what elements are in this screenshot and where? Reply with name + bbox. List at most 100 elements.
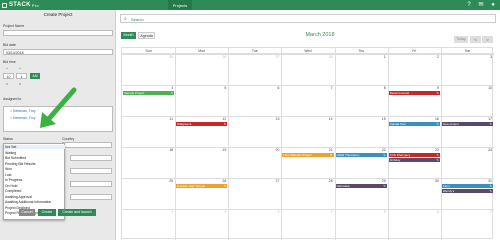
day-number[interactable]: 9	[429, 86, 439, 90]
day-number[interactable]: 13	[269, 117, 280, 121]
day-number[interactable]: 27	[269, 55, 280, 59]
calendar-event[interactable]: Nebraska ✎	[335, 184, 387, 188]
assignee-chip[interactable]: ×Newman, Troy	[10, 109, 36, 113]
minute-down-icon[interactable]: v	[19, 81, 21, 86]
user-icon[interactable]: ●	[490, 2, 496, 8]
status-option-lost[interactable]: Lost	[5, 173, 11, 177]
day-number[interactable]: 3	[482, 55, 492, 59]
next-month-button[interactable]: >	[482, 36, 493, 43]
day-number[interactable]: 27	[269, 179, 280, 183]
edit-pencil-icon[interactable]: ✎	[436, 153, 439, 157]
today-button[interactable]: Today	[454, 36, 468, 43]
calendar-event[interactable]: Wendy's ✎	[441, 189, 493, 193]
day-number[interactable]: 31	[482, 179, 492, 183]
day-number[interactable]: 2	[216, 210, 226, 214]
create-button[interactable]: Create	[38, 209, 56, 216]
calendar-event[interactable]: Kerry ✎	[441, 184, 493, 188]
day-number[interactable]: 26	[216, 55, 226, 59]
day-number[interactable]: 29	[376, 179, 386, 183]
month-view-button[interactable]: Month	[121, 32, 136, 39]
day-number[interactable]: 6	[429, 210, 439, 214]
hour-down-icon[interactable]: v	[6, 81, 8, 86]
extra-input[interactable]	[70, 194, 112, 200]
project-type-select[interactable]	[70, 181, 112, 187]
edit-pencil-icon[interactable]: ✎	[224, 184, 227, 188]
calendar-event[interactable]: Retail remodel ✎	[388, 91, 440, 95]
edit-pencil-icon[interactable]: ✎	[436, 91, 439, 95]
day-number[interactable]: 4	[163, 86, 173, 90]
day-number[interactable]: 16	[429, 117, 439, 121]
day-number[interactable]: 17	[482, 117, 492, 121]
day-number[interactable]: 26	[216, 179, 226, 183]
agenda-view-button[interactable]: Agenda	[138, 32, 155, 39]
edit-pencil-icon[interactable]: ✎	[489, 122, 492, 126]
calendar-event[interactable]: Walgreens ✎	[176, 122, 228, 126]
bid-date-input[interactable]: 03/14/2018	[3, 49, 113, 55]
edit-pencil-icon[interactable]: ✎	[489, 184, 492, 188]
day-number[interactable]: 4	[323, 210, 333, 214]
day-number[interactable]: 19	[216, 148, 226, 152]
day-number[interactable]: 21	[323, 148, 333, 152]
nav-tab-projects[interactable]: Projects	[168, 0, 192, 10]
calendar-event[interactable]: Upload Test ✎	[388, 122, 440, 126]
calendar-event[interactable]: birthday ✎	[388, 158, 440, 162]
day-number[interactable]: 15	[376, 117, 386, 121]
zip-input[interactable]	[70, 155, 112, 161]
day-number[interactable]: 7	[482, 210, 492, 214]
status-option-completed[interactable]: Completed	[5, 189, 21, 193]
day-number[interactable]: 2	[429, 55, 439, 59]
search-input[interactable]: ⌕ Search	[120, 14, 496, 23]
status-option-pending-bid-results[interactable]: Pending Bid Results	[5, 162, 36, 166]
remove-icon[interactable]: ×	[10, 109, 12, 113]
mail-icon[interactable]: ✉	[478, 2, 484, 8]
day-number[interactable]: 28	[323, 55, 333, 59]
edit-pencil-icon[interactable]: ✎	[383, 184, 386, 188]
day-number[interactable]: 25	[163, 55, 173, 59]
day-number[interactable]: 23	[429, 148, 439, 152]
country-select[interactable]	[62, 142, 112, 148]
day-number[interactable]: 1	[376, 55, 386, 59]
edit-pencil-icon[interactable]: ✎	[489, 189, 492, 193]
app-logo[interactable]: STACK Pro	[2, 1, 39, 9]
day-number[interactable]: 22	[376, 148, 386, 152]
calendar-event[interactable]: Sample Project ✎	[123, 91, 175, 95]
day-number[interactable]: 25	[163, 179, 173, 183]
am-pm-toggle[interactable]: AM	[30, 73, 40, 79]
day-number[interactable]: 30	[429, 179, 439, 183]
calendar-event[interactable]: Franklin High School ✎	[176, 184, 228, 188]
status-option-awaiting-approval[interactable]: Awaiting Approval	[5, 195, 32, 199]
day-number[interactable]: 7	[323, 86, 333, 90]
bid-hour-input[interactable]: 10	[3, 73, 14, 79]
day-number[interactable]: 28	[323, 179, 333, 183]
status-option-won[interactable]: Won	[5, 167, 12, 171]
day-number[interactable]: 5	[376, 210, 386, 214]
hour-up-icon[interactable]: ^	[6, 66, 8, 71]
status-option-in-progress[interactable]: In Progress	[5, 178, 22, 182]
edit-pencil-icon[interactable]: ✎	[330, 153, 333, 157]
status-option-waiting[interactable]: Waiting	[5, 151, 16, 155]
status-option-on-hold[interactable]: On Hold	[5, 184, 17, 188]
tags-input[interactable]	[70, 168, 112, 174]
status-option-awaiting-info[interactable]: Awaiting Additional Information	[5, 200, 51, 204]
help-icon[interactable]: ?	[466, 2, 472, 8]
edit-pencil-icon[interactable]: ✎	[436, 158, 439, 162]
calendar-event[interactable]: HDMI Thornberry ✎	[335, 153, 387, 157]
day-number[interactable]: 18	[163, 148, 173, 152]
cancel-button[interactable]: Cancel	[19, 209, 35, 216]
day-number[interactable]: 1	[163, 210, 173, 214]
day-number[interactable]: 6	[269, 86, 279, 90]
project-name-input[interactable]	[3, 30, 113, 36]
bid-minute-input[interactable]: 4	[16, 73, 27, 79]
day-number[interactable]: 14	[323, 117, 333, 121]
day-number[interactable]: 3	[269, 210, 279, 214]
day-number[interactable]: 5	[216, 86, 226, 90]
calendar-event[interactable]: New Walmart Project ✎	[282, 153, 334, 157]
day-number[interactable]: 10	[482, 86, 492, 90]
edit-pencil-icon[interactable]: ✎	[171, 91, 174, 95]
day-number[interactable]: 24	[482, 148, 492, 152]
edit-pencil-icon[interactable]: ✎	[224, 122, 227, 126]
status-option-not-set[interactable]: Not Set	[4, 145, 65, 149]
edit-pencil-icon[interactable]: ✎	[436, 122, 439, 126]
remove-icon[interactable]: ×	[10, 116, 12, 120]
day-number[interactable]: 20	[269, 148, 280, 152]
